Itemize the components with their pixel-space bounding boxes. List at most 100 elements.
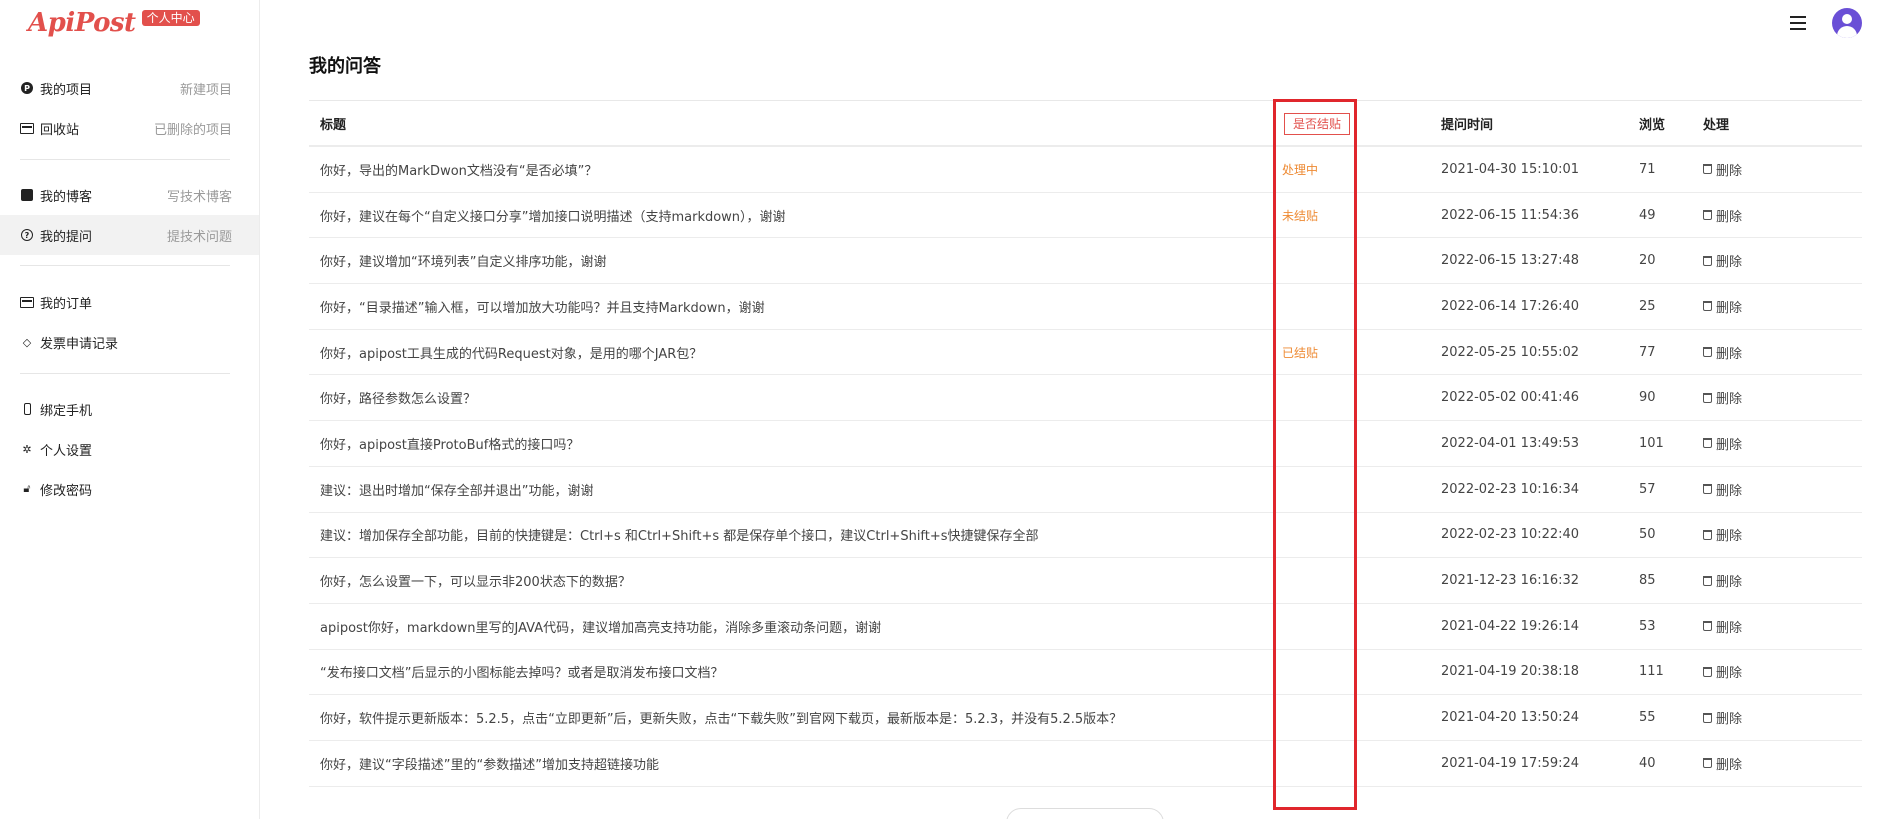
sidebar-item-my-orders[interactable]: 我的订单: [0, 282, 259, 322]
view-count: 53: [1639, 618, 1656, 634]
delete-button[interactable]: 删除: [1703, 525, 1823, 544]
table-row: 你好，apipost工具生成的代码Request对象，是用的哪个JAR包？ 已结贴…: [309, 330, 1862, 376]
p-circle-icon: P: [20, 81, 34, 95]
page-title: 我的问答: [309, 56, 381, 77]
delete-button[interactable]: 删除: [1703, 662, 1823, 681]
table-row: 你好，“目录描述”输入框，可以增加放大功能吗？并且支持Markdown，谢谢 20…: [309, 284, 1862, 330]
question-circle-icon: ?: [20, 228, 34, 242]
question-time: 2022-02-23 10:16:34: [1441, 481, 1580, 497]
sidebar-divider: [20, 265, 230, 266]
ask-question-link[interactable]: 提技术问题: [167, 226, 232, 245]
view-count: 40: [1639, 755, 1656, 771]
credit-card-icon: [20, 295, 34, 309]
delete-label: 删除: [1716, 392, 1743, 408]
question-title[interactable]: 你好，apipost直接ProtoBuf格式的接口吗？: [309, 434, 1274, 453]
question-title[interactable]: 你好，导出的MarkDwon文档没有“是否必填”？: [309, 160, 1274, 179]
delete-button[interactable]: 删除: [1703, 571, 1823, 590]
delete-button[interactable]: 删除: [1703, 754, 1823, 773]
menu-group-content: 我的博客 写技术博客 ? 我的提问 提技术问题: [0, 175, 259, 255]
menu-icon[interactable]: [1790, 16, 1806, 30]
delete-button[interactable]: 删除: [1703, 343, 1823, 362]
question-title[interactable]: 你好，建议“字段描述”里的“参数描述”增加支持超链接功能: [309, 754, 1274, 773]
question-time: 2021-04-20 13:50:24: [1441, 710, 1580, 726]
table-row: “发布接口文档”后显示的小图标能去掉吗？或者是取消发布接口文档？ 2021-04-…: [309, 650, 1862, 696]
table-header: 标题 是否结贴 提问时间 浏览 处理: [309, 101, 1862, 147]
table-row: 你好，软件提示更新版本：5.2.5，点击“立即更新”后，更新失败，点击“下载失败…: [309, 695, 1862, 741]
delete-label: 删除: [1716, 575, 1743, 591]
rss-icon: [20, 188, 34, 202]
delete-button[interactable]: 删除: [1703, 617, 1823, 636]
delete-label: 删除: [1716, 437, 1743, 453]
delete-label: 删除: [1716, 163, 1743, 179]
view-count: 20: [1639, 253, 1656, 269]
question-title[interactable]: 你好，建议在每个“自定义接口分享”增加接口说明描述（支持markdown），谢谢: [309, 206, 1274, 225]
sidebar-item-my-blog[interactable]: 我的博客 写技术博客: [0, 175, 259, 215]
question-title[interactable]: 你好，“目录描述”输入框，可以增加放大功能吗？并且支持Markdown，谢谢: [309, 297, 1274, 316]
question-title[interactable]: “发布接口文档”后显示的小图标能去掉吗？或者是取消发布接口文档？: [309, 662, 1274, 681]
delete-button[interactable]: 删除: [1703, 297, 1823, 316]
view-count: 25: [1639, 298, 1656, 314]
trash-icon: [1703, 301, 1712, 312]
sidebar-item-recycle-bin[interactable]: 回收站 已删除的项目: [0, 108, 259, 148]
delete-label: 删除: [1716, 255, 1743, 271]
question-title[interactable]: 建议：增加保存全部功能，目前的快捷键是：Ctrl+s 和Ctrl+Shift+s…: [309, 525, 1274, 544]
load-more-button[interactable]: [1006, 808, 1164, 819]
view-count: 50: [1639, 527, 1656, 543]
question-time: 2022-02-23 10:22:40: [1441, 527, 1580, 543]
delete-label: 删除: [1716, 209, 1743, 225]
question-time: 2022-05-25 10:55:02: [1441, 344, 1580, 360]
avatar[interactable]: [1832, 8, 1862, 38]
trash-icon: [1703, 666, 1712, 677]
view-count: 111: [1639, 664, 1664, 680]
question-title[interactable]: 你好，apipost工具生成的代码Request对象，是用的哪个JAR包？: [309, 343, 1274, 362]
sidebar-item-my-projects[interactable]: P 我的项目 新建项目: [0, 68, 259, 108]
delete-label: 删除: [1716, 712, 1743, 728]
delete-button[interactable]: 删除: [1703, 160, 1823, 179]
question-time: 2021-04-19 17:59:24: [1441, 755, 1580, 771]
delete-label: 删除: [1716, 300, 1743, 316]
view-count: 57: [1639, 481, 1656, 497]
question-time: 2022-05-02 00:41:46: [1441, 390, 1580, 406]
status-header-label: 是否结贴: [1284, 112, 1351, 135]
trash-icon: [1703, 712, 1712, 723]
question-time: 2021-04-30 15:10:01: [1441, 161, 1580, 177]
sidebar-item-change-password[interactable]: 🔓︎ 修改密码: [0, 469, 259, 509]
delete-button[interactable]: 删除: [1703, 434, 1823, 453]
delete-label: 删除: [1716, 529, 1743, 545]
id-card-icon: [20, 121, 34, 135]
col-header-action: 处理: [1703, 117, 1730, 133]
delete-button[interactable]: 删除: [1703, 708, 1823, 727]
receipt-icon: ◇: [22, 335, 32, 349]
logo[interactable]: ApiPost 个人中心: [28, 8, 200, 38]
table-row: 建议：增加保存全部功能，目前的快捷键是：Ctrl+s 和Ctrl+Shift+s…: [309, 513, 1862, 559]
question-title[interactable]: 你好，建议增加“环境列表”自定义排序功能，谢谢: [309, 251, 1274, 270]
view-count: 49: [1639, 207, 1656, 223]
new-project-link[interactable]: 新建项目: [180, 79, 232, 98]
trash-icon: [1703, 529, 1712, 540]
deleted-projects-link[interactable]: 已删除的项目: [154, 119, 232, 138]
delete-button[interactable]: 删除: [1703, 251, 1823, 270]
sidebar-item-my-questions[interactable]: ? 我的提问 提技术问题: [0, 215, 259, 255]
question-title[interactable]: 你好，怎么设置一下，可以显示非200状态下的数据？: [309, 571, 1274, 590]
status-label: 处理中: [1282, 162, 1319, 177]
question-title[interactable]: apipost你好，markdown里写的JAVA代码，建议增加高亮支持功能，消…: [309, 617, 1274, 636]
delete-button[interactable]: 删除: [1703, 388, 1823, 407]
table-row: 你好，apipost直接ProtoBuf格式的接口吗？ 2022-04-01 13…: [309, 421, 1862, 467]
table-row: 你好，导出的MarkDwon文档没有“是否必填”？ 处理中 2021-04-30 1…: [309, 147, 1862, 193]
question-title[interactable]: 你好，路径参数怎么设置？: [309, 388, 1274, 407]
question-title[interactable]: 建议：退出时增加“保存全部并退出”功能，谢谢: [309, 480, 1274, 499]
sidebar-item-personal-settings[interactable]: ✲ 个人设置: [0, 429, 259, 469]
question-time: 2021-04-19 20:38:18: [1441, 664, 1580, 680]
table-body: 你好，导出的MarkDwon文档没有“是否必填”？ 处理中 2021-04-30 1…: [309, 147, 1862, 787]
write-blog-link[interactable]: 写技术博客: [167, 186, 232, 205]
sidebar-item-invoice-records[interactable]: ◇ 发票申请记录: [0, 322, 259, 362]
col-header-status: 是否结贴: [1274, 112, 1441, 135]
logo-text: ApiPost: [28, 8, 136, 38]
sidebar-item-bind-phone[interactable]: 绑定手机: [0, 389, 259, 429]
col-header-views: 浏览: [1639, 117, 1666, 133]
delete-button[interactable]: 删除: [1703, 206, 1823, 225]
delete-button[interactable]: 删除: [1703, 480, 1823, 499]
question-title[interactable]: 你好，软件提示更新版本：5.2.5，点击“立即更新”后，更新失败，点击“下载失败…: [309, 708, 1274, 727]
table-row: 你好，建议“字段描述”里的“参数描述”增加支持超链接功能 2021-04-19 1…: [309, 741, 1862, 787]
delete-label: 删除: [1716, 757, 1743, 773]
